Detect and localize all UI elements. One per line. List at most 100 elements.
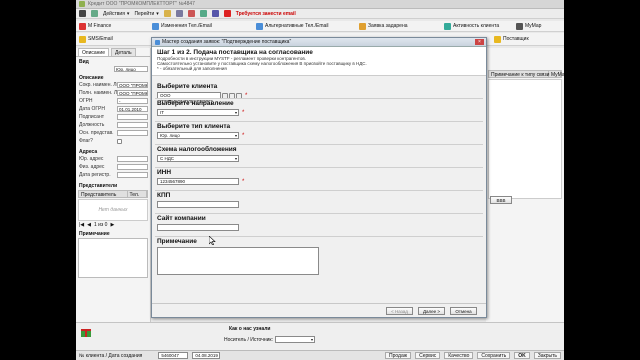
request-gifted-button[interactable]: Заявка задарена — [359, 22, 408, 30]
divider — [155, 190, 483, 191]
email-required-label[interactable]: Требуется занести email — [236, 11, 296, 17]
website-input[interactable] — [157, 224, 239, 231]
divider — [155, 213, 483, 214]
quality-button[interactable]: Качество — [444, 352, 474, 359]
save-bottom-button[interactable]: Сохранить — [477, 352, 511, 359]
position-field[interactable] — [117, 122, 148, 128]
sales-button[interactable]: Продаж — [385, 352, 412, 359]
representatives-grid-header: Представитель Тел. — [78, 190, 148, 198]
legal-address-field[interactable] — [117, 156, 148, 162]
alt-phones-button[interactable]: Альтернативные Тел./Email — [256, 22, 329, 30]
dialog-body: Выберите клиента ООО "ПРОМКОМПЛЕКТТОРГ" … — [152, 76, 486, 304]
source-select[interactable]: ▾ — [274, 336, 315, 343]
basis-field[interactable] — [117, 130, 148, 136]
tax-scheme-select[interactable]: С НДС ▾ — [157, 155, 239, 162]
sms-icon — [79, 35, 86, 43]
app-icon — [79, 1, 85, 7]
refresh-icon[interactable] — [91, 10, 98, 17]
service-button[interactable]: Сервис — [415, 352, 441, 359]
divider — [155, 167, 483, 168]
prev-page-icon[interactable]: ◀ — [87, 222, 91, 228]
client-type-select[interactable]: Юр. лицо ▾ — [157, 132, 239, 139]
mymap-button[interactable]: MyMap — [516, 22, 541, 30]
divider — [155, 98, 483, 99]
menu-goto[interactable]: Перейти ▾ — [134, 11, 158, 17]
col-mymap[interactable]: MyMap — [549, 71, 564, 78]
field-row: Подписант — [76, 113, 150, 121]
divider — [155, 144, 483, 145]
first-page-icon[interactable]: |◀ — [79, 222, 84, 228]
left-tabs: Описание Деталь — [76, 48, 150, 57]
client-field-group: Выберите клиента ООО "ПРОМКОМПЛЕКТТОРГ" … — [157, 83, 247, 104]
col-link-note[interactable]: Примечание к типу связи — [489, 71, 549, 78]
short-name-field[interactable]: ООО "ПРОМКОМ — [117, 82, 148, 88]
mfinance-button[interactable]: M Finance — [79, 22, 111, 30]
left-panel: Описание Деталь Вид Юр. лицо Описание Со… — [76, 48, 151, 340]
ogrn-field[interactable]: - — [117, 98, 148, 104]
direction-select[interactable]: IT ▾ — [157, 109, 239, 116]
registration-date-field[interactable] — [117, 172, 148, 178]
tab-details[interactable]: Деталь — [111, 48, 136, 56]
wizard-dialog: Мастер создания заявок: "Подтверждение п… — [151, 37, 487, 318]
dialog-titlebar: Мастер создания заявок: "Подтверждение п… — [152, 38, 486, 47]
col-phone[interactable]: Тел. — [128, 191, 147, 198]
divider — [155, 121, 483, 122]
ok-button[interactable]: OK — [514, 352, 530, 359]
close-icon[interactable]: × — [475, 39, 484, 45]
client-activity-button[interactable]: Активность клиента — [444, 22, 499, 30]
back-button[interactable]: < Назад — [386, 307, 413, 315]
supplier-button[interactable]: Поставщик — [494, 35, 529, 43]
tab-description[interactable]: Описание — [78, 48, 110, 56]
print-icon[interactable] — [175, 10, 183, 17]
client-type-label: Выберите тип клиента — [157, 123, 231, 130]
pager: |◀ ◀ 1 из 0 ▶ — [76, 221, 150, 229]
phone-changes-button[interactable]: Изменения Тел./Email — [152, 22, 212, 30]
client-type-field-group: Выберите тип клиента Юр. лицо ▾ * — [157, 123, 244, 139]
menu-actions[interactable]: Действия ▾ — [103, 11, 129, 17]
representatives-section-title: Представители — [79, 183, 118, 189]
source-row: Носитель / Источник: ▾ — [224, 336, 315, 343]
required-mark: * — [242, 132, 245, 139]
divider — [155, 236, 483, 237]
dialog-title: Мастер создания заявок: "Подтверждение п… — [162, 39, 292, 45]
close-button[interactable]: Закрыть — [533, 352, 561, 359]
ogrn-date-field[interactable]: 01.01.2010 — [117, 106, 148, 112]
kpp-label: КПП — [157, 192, 171, 199]
direction-label: Выберите направление — [157, 100, 234, 107]
field-row: Полн. наимен. ЛиООО "ПРОМКОМ — [79, 90, 148, 96]
tax-scheme-label: Схема налогообложения — [157, 146, 237, 153]
signer-field[interactable] — [117, 114, 148, 120]
mfinance-icon — [79, 22, 86, 30]
kpp-input[interactable] — [157, 201, 239, 208]
window-title: Кредит ООО "ПРОМКОМПЛЕКТТОРГ" №4847 — [88, 1, 195, 7]
note-textarea[interactable] — [157, 247, 319, 275]
org-type-field[interactable]: Юр. лицо — [114, 66, 148, 72]
delete-icon[interactable] — [187, 10, 195, 17]
vvv-button[interactable]: ВВВ — [490, 196, 512, 204]
folder-icon[interactable] — [163, 10, 171, 17]
next-page-icon[interactable]: ▶ — [110, 222, 114, 228]
field-row: Должность — [76, 121, 150, 129]
users-icon[interactable] — [211, 10, 219, 17]
field-row: ОГРН - — [76, 97, 150, 105]
col-representative[interactable]: Представитель — [79, 191, 128, 198]
physical-address-field[interactable] — [117, 164, 148, 170]
website-field-group: Сайт компании — [157, 215, 239, 231]
inn-label: ИНН — [157, 169, 172, 176]
chevron-down-icon: ▾ — [234, 156, 237, 161]
sms-email-button[interactable]: SMS/Email — [79, 35, 113, 43]
notes-area[interactable] — [78, 238, 148, 278]
full-name-field[interactable]: ООО "ПРОМКОМ — [117, 90, 148, 96]
toolbar-row-1: M Finance Изменения Тел./Email Альтернат… — [76, 21, 564, 32]
tools-icon[interactable] — [199, 10, 207, 17]
step-title: Шаг 1 из 2. Подача поставщика на согласо… — [157, 49, 313, 56]
flag-checkbox[interactable] — [117, 138, 122, 144]
inn-input[interactable]: 1234567890 — [157, 178, 239, 185]
map-icon — [516, 22, 523, 30]
next-button[interactable]: Далее > — [418, 307, 445, 315]
right-panel: Примечание к типу связи MyMap ВВВ — [486, 48, 564, 340]
inn-field-group: ИНН 1234567890 * — [157, 169, 244, 185]
save-icon[interactable] — [79, 10, 86, 17]
cancel-button[interactable]: Отмена — [450, 307, 477, 315]
client-number-label: № клиента / Дата создания — [79, 352, 143, 359]
